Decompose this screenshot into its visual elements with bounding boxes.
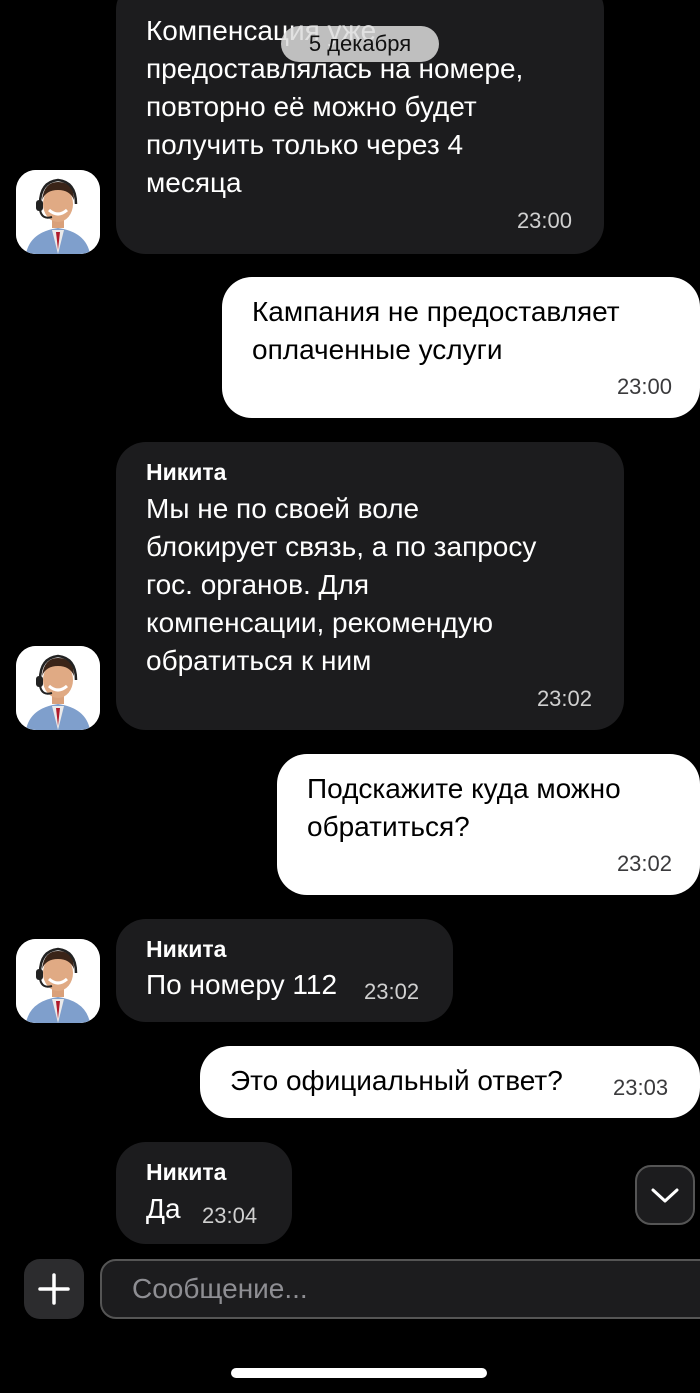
sender-name: Никита (146, 936, 227, 962)
attach-button[interactable] (24, 1259, 84, 1319)
message-time: 23:00 (616, 374, 672, 399)
date-divider: 5 декабря (281, 26, 439, 62)
message-text: Это официальный ответ? (230, 1065, 563, 1096)
message-time: 23:02 (364, 979, 420, 1004)
message-text: Кампания не предоставляет оплаченные усл… (252, 296, 620, 365)
agent-avatar-image (16, 939, 100, 1023)
message-text: По номеру 112 (146, 969, 338, 1000)
message-time: 23:02 (536, 686, 592, 711)
message-bubble-outgoing[interactable]: Кампания не предоставляет оплаченные усл… (222, 277, 700, 418)
agent-avatar-image (16, 170, 100, 254)
message-bubble-outgoing[interactable]: Это официальный ответ? 23:03 (200, 1046, 700, 1118)
agent-avatar-image (16, 646, 100, 730)
chevron-down-icon (651, 1188, 679, 1203)
agent-avatar[interactable] (16, 939, 100, 1023)
message-time: 23:04 (202, 1203, 258, 1228)
message-time: 23:03 (613, 1075, 669, 1100)
message-bubble-outgoing[interactable]: Подскажите куда можно обратиться? 23:02 (277, 754, 700, 895)
agent-avatar[interactable] (16, 646, 100, 730)
message-input[interactable] (100, 1259, 700, 1319)
scroll-to-bottom-button[interactable] (635, 1165, 695, 1225)
message-text: Мы не по своей воле блокирует связь, а п… (146, 493, 537, 676)
message-bubble-incoming[interactable]: Никита Мы не по своей воле блокирует свя… (116, 442, 624, 730)
message-bubble-incoming[interactable]: Никита По номеру 112 23:02 (116, 919, 453, 1022)
message-text: Подскажите куда можно обратиться? (307, 773, 621, 842)
home-indicator (231, 1368, 487, 1378)
sender-name: Никита (146, 1159, 227, 1185)
message-bubble-incoming[interactable]: Никита Да 23:04 (116, 1142, 292, 1244)
message-time: 23:02 (616, 851, 672, 876)
sender-name: Никита (146, 459, 227, 485)
message-text: Да (146, 1193, 181, 1224)
plus-icon (38, 1273, 70, 1305)
message-time: 23:00 (516, 208, 572, 233)
agent-avatar[interactable] (16, 170, 100, 254)
